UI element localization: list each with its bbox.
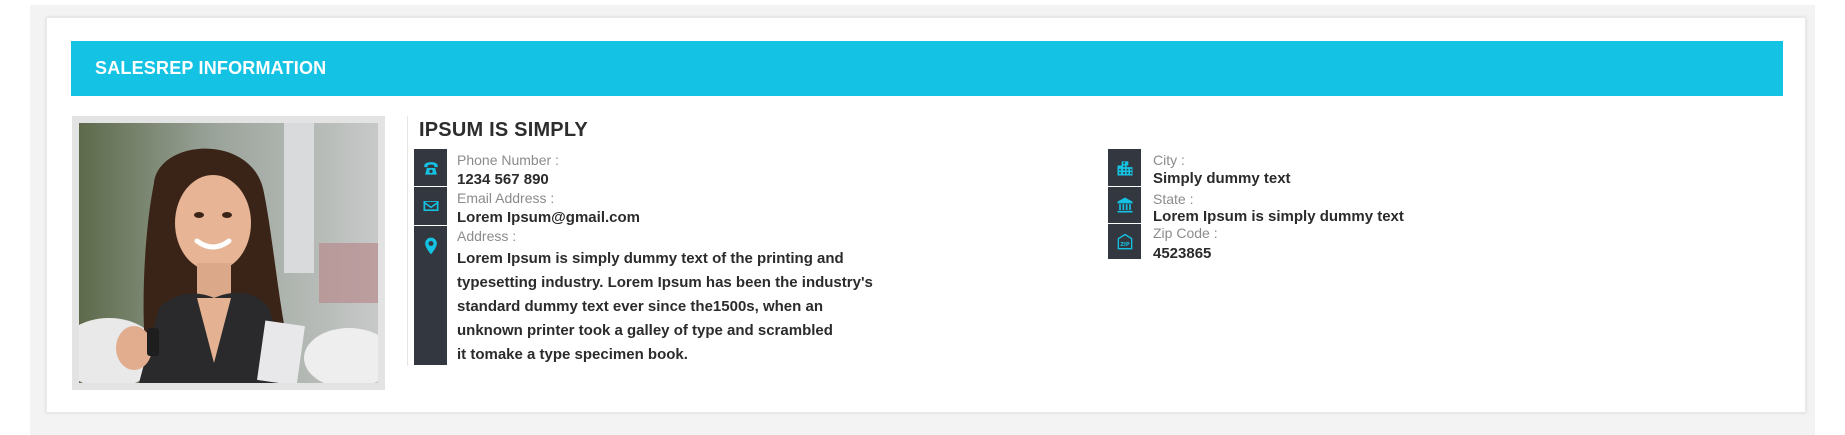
address-line: unknown printer took a galley of type an… xyxy=(457,322,833,339)
city-buildings-icon xyxy=(1108,149,1141,186)
city-value: Simply dummy text xyxy=(1153,170,1291,187)
address-line: standard dummy text ever since the1500s,… xyxy=(457,298,823,315)
state-label: State : xyxy=(1153,191,1194,207)
page-background: SALESREP INFORMATION IPSUM IS SIMPLY Pho… xyxy=(30,5,1815,435)
phone-value: 1234 567 890 xyxy=(457,171,549,188)
salesrep-name: IPSUM IS SIMPLY xyxy=(419,119,588,141)
zip-icon-text: ZIP xyxy=(1120,242,1129,248)
salesrep-photo-image xyxy=(79,123,378,383)
address-line: typesetting industry. Lorem Ipsum has be… xyxy=(457,274,873,291)
contact-icon-column xyxy=(414,149,447,365)
location-icon-column: ZIP xyxy=(1108,149,1141,259)
address-label: Address : xyxy=(457,228,517,244)
salesrep-card: SALESREP INFORMATION IPSUM IS SIMPLY Pho… xyxy=(46,17,1806,413)
phone-label: Phone Number : xyxy=(457,152,559,168)
state-value: Lorem Ipsum is simply dummy text xyxy=(1153,208,1404,225)
phone-icon xyxy=(414,149,447,186)
email-value: Lorem Ipsum@gmail.com xyxy=(457,209,640,226)
map-pin-icon xyxy=(414,226,447,266)
header-title: SALESREP INFORMATION xyxy=(95,58,327,78)
email-label: Email Address : xyxy=(457,190,555,206)
state-building-icon xyxy=(1108,187,1141,223)
photo-frame xyxy=(72,116,385,390)
city-label: City : xyxy=(1153,152,1185,168)
zip-label: Zip Code : xyxy=(1153,225,1218,241)
address-line: it tomake a type specimen book. xyxy=(457,346,688,363)
address-line: Lorem Ipsum is simply dummy text of the … xyxy=(457,250,844,267)
card-header: SALESREP INFORMATION xyxy=(71,41,1783,96)
vertical-divider xyxy=(407,116,408,366)
zip-value: 4523865 xyxy=(1153,245,1212,262)
address-value: Lorem Ipsum is simply dummy text of the … xyxy=(457,247,927,367)
zip-icon: ZIP xyxy=(1108,224,1141,259)
salesrep-photo xyxy=(79,123,378,383)
envelope-icon xyxy=(414,187,447,225)
